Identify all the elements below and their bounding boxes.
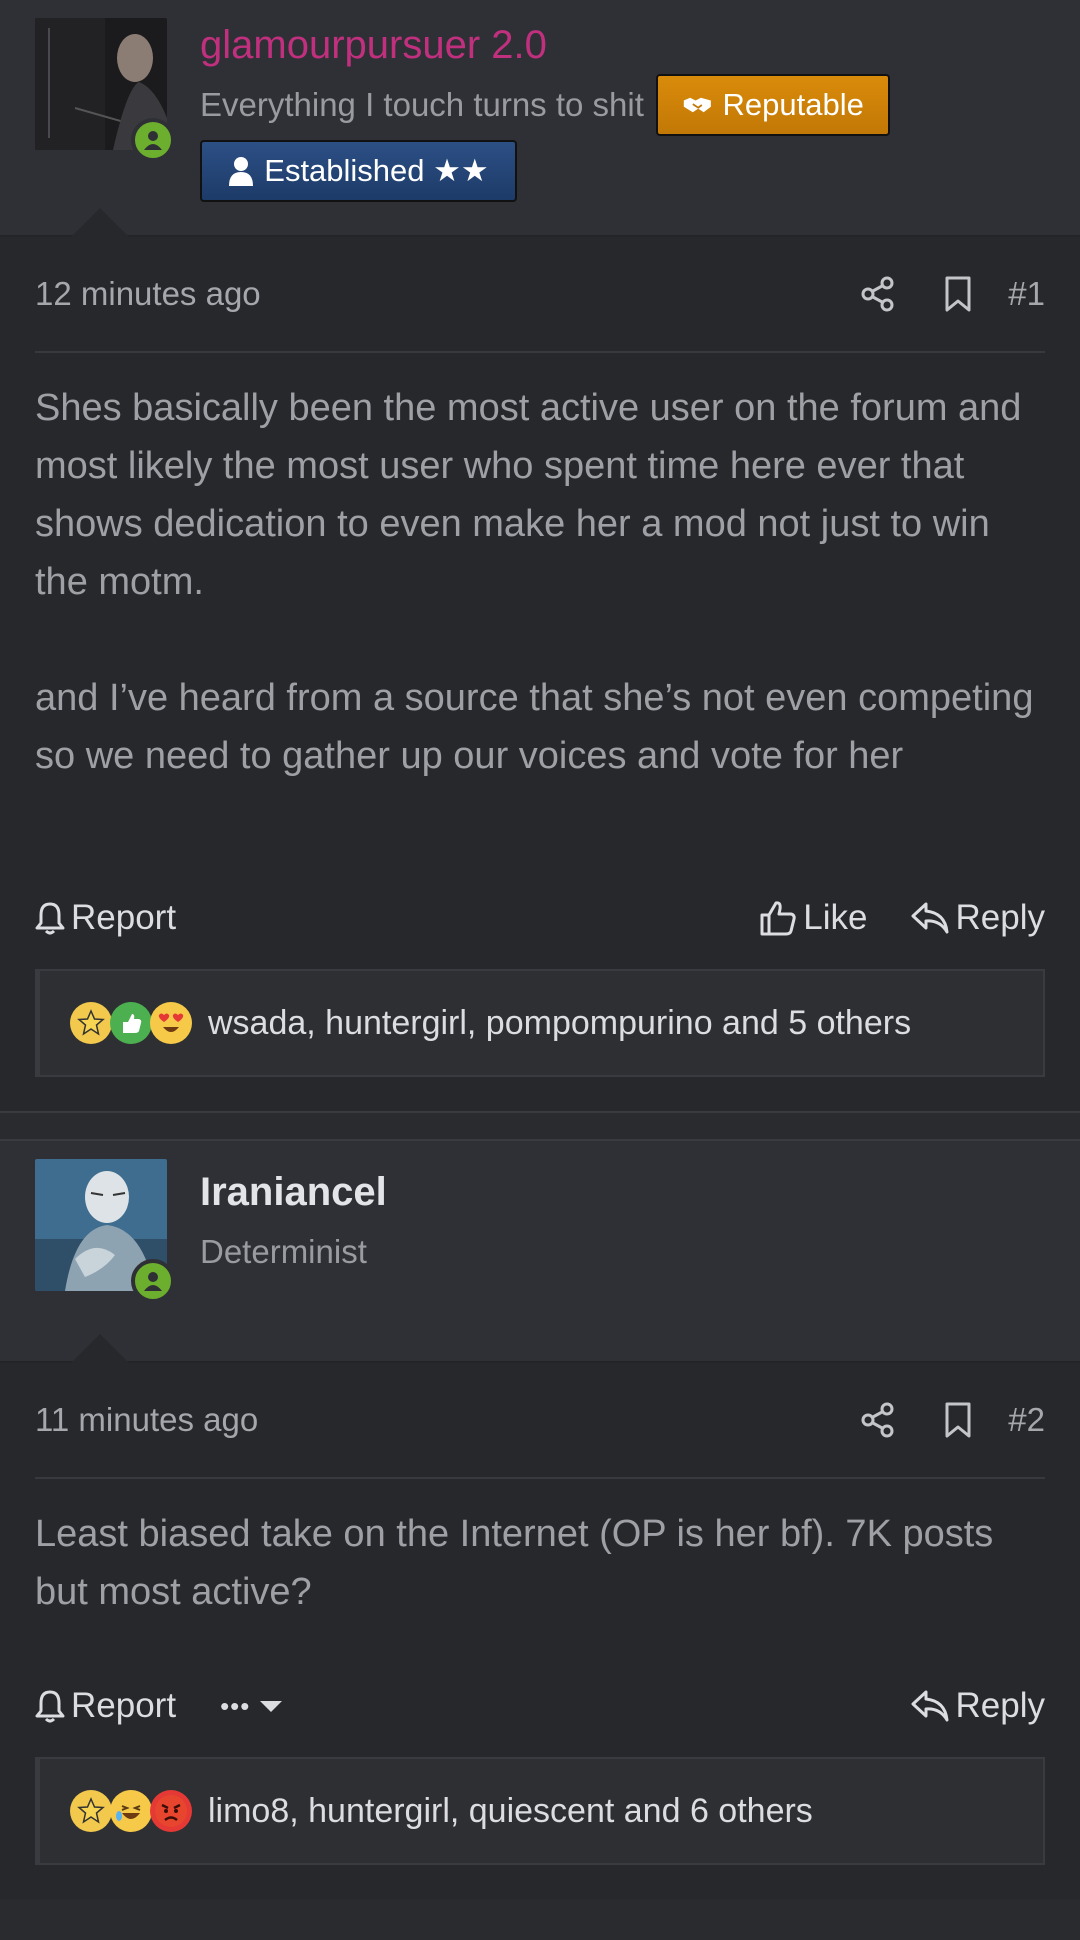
username[interactable]: glamourpursuer 2.0	[200, 18, 1060, 72]
post-separator	[0, 1111, 1080, 1141]
user-title: Determinist	[200, 1233, 367, 1270]
user-info: Iraniancel Determinist	[200, 1159, 1060, 1283]
post-1-avatar-wrap[interactable]	[35, 18, 175, 162]
user-info: glamourpursuer 2.0 Everything I touch tu…	[200, 18, 1060, 202]
bell-icon	[35, 902, 65, 935]
post-2-bottom-gap	[0, 1865, 1080, 1899]
post-message: Shes basically been the most active user…	[35, 387, 1034, 777]
bell-icon	[35, 1690, 65, 1723]
reply-label: Reply	[955, 898, 1045, 937]
established-badge-label: Established ★★	[264, 153, 489, 188]
user-title-line: Determinist	[200, 1221, 1060, 1283]
post-meta: 11 minutes ago #2	[35, 1363, 1045, 1479]
report-label: Report	[71, 1686, 177, 1725]
reply-button[interactable]: Reply	[910, 1686, 1045, 1726]
post-time[interactable]: 11 minutes ago	[35, 1401, 828, 1439]
share-icon[interactable]	[848, 264, 908, 324]
post-2: Iraniancel Determinist 11 minutes ago #2…	[0, 1141, 1080, 1899]
thumbs-up-icon	[760, 901, 796, 936]
reactions-bar[interactable]: wsada, huntergirl, pompompurino and 5 ot…	[35, 969, 1045, 1077]
handshake-icon	[683, 97, 711, 113]
like-label: Like	[803, 898, 868, 937]
post-time[interactable]: 12 minutes ago	[35, 275, 828, 313]
post-1: glamourpursuer 2.0 Everything I touch tu…	[0, 0, 1080, 1111]
post-actions: Report ••• Reply	[35, 1655, 1045, 1757]
laughing-reaction-icon	[110, 1790, 152, 1832]
reaction-icons	[70, 1002, 192, 1044]
post-1-header: glamourpursuer 2.0 Everything I touch tu…	[0, 0, 1080, 237]
post-1-bottom-gap	[0, 1077, 1080, 1111]
caret-down-icon	[260, 1701, 283, 1712]
more-options-button[interactable]: •••	[220, 1691, 290, 1722]
reactions-text[interactable]: limo8, huntergirl, quiescent and 6 other…	[208, 1792, 813, 1831]
user-title: Everything I touch turns to shit	[200, 86, 644, 123]
post-2-header: Iraniancel Determinist	[0, 1141, 1080, 1363]
user-icon	[229, 157, 254, 186]
username[interactable]: Iraniancel	[200, 1165, 1060, 1219]
header-notch	[71, 208, 129, 237]
reply-button[interactable]: Reply	[910, 898, 1045, 938]
angry-reaction-icon	[150, 1790, 192, 1832]
report-label: Report	[71, 898, 177, 937]
reputable-badge: Reputable	[655, 74, 890, 136]
report-button[interactable]: Report	[35, 898, 176, 938]
heart-eyes-reaction-icon	[150, 1002, 192, 1044]
post-1-body: 12 minutes ago #1 Shes basically been th…	[0, 237, 1080, 1077]
thumbs-up-reaction-icon	[110, 1002, 152, 1044]
user-title-line: Everything I touch turns to shit Reputab…	[200, 74, 1060, 136]
reactions-text[interactable]: wsada, huntergirl, pompompurino and 5 ot…	[208, 1004, 911, 1043]
header-notch	[71, 1334, 129, 1363]
share-icon[interactable]	[848, 1390, 908, 1450]
reactions-bar[interactable]: limo8, huntergirl, quiescent and 6 other…	[35, 1757, 1045, 1865]
post-message: Least biased take on the Internet (OP is…	[35, 1513, 1004, 1613]
bookmark-icon[interactable]	[928, 264, 988, 324]
reply-icon	[911, 902, 949, 934]
like-button[interactable]: Like	[759, 898, 868, 938]
post-number[interactable]: #2	[1008, 1401, 1045, 1439]
more-label: •••	[220, 1690, 251, 1721]
post-meta: 12 minutes ago #1	[35, 237, 1045, 353]
online-status-icon	[131, 1259, 175, 1303]
star-reaction-icon	[70, 1002, 112, 1044]
post-2-avatar-wrap[interactable]	[35, 1159, 175, 1303]
reputable-badge-label: Reputable	[722, 87, 864, 122]
established-badge: Established ★★	[200, 140, 517, 202]
reply-icon	[911, 1690, 949, 1722]
report-button[interactable]: Report	[35, 1686, 176, 1726]
post-actions: Report Like Reply	[35, 867, 1045, 969]
post-number[interactable]: #1	[1008, 275, 1045, 313]
bookmark-icon[interactable]	[928, 1390, 988, 1450]
reply-label: Reply	[955, 1686, 1045, 1725]
star-reaction-icon	[70, 1790, 112, 1832]
reaction-icons	[70, 1790, 192, 1832]
online-status-icon	[131, 118, 175, 162]
post-2-body: 11 minutes ago #2 Least biased take on t…	[0, 1363, 1080, 1865]
